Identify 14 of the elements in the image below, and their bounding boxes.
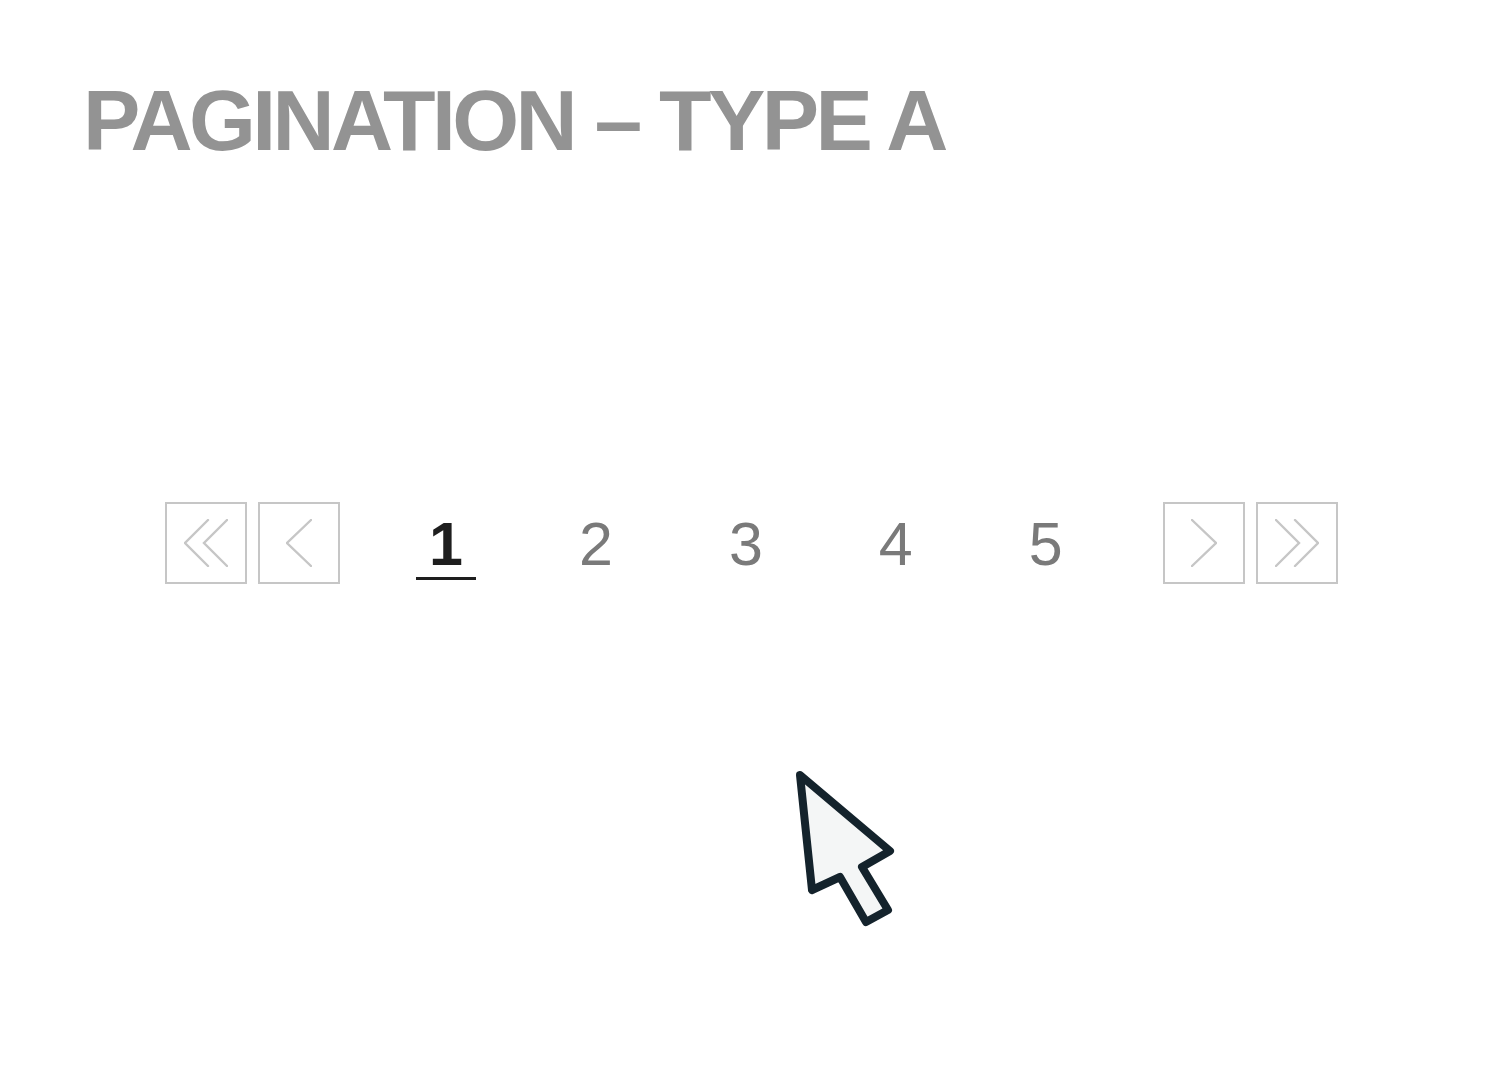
last-page-button[interactable] (1255, 502, 1338, 584)
double-chevron-right-icon (1274, 519, 1319, 567)
page-title: PAGINATION – TYPE A (83, 77, 945, 163)
next-page-button[interactable] (1162, 502, 1245, 584)
page-number-link[interactable]: 2 (565, 514, 626, 580)
page-number-link[interactable]: 3 (715, 514, 776, 580)
first-page-button[interactable] (165, 502, 247, 584)
chevron-left-icon (286, 519, 312, 567)
chevron-right-icon (1190, 519, 1217, 567)
previous-page-button[interactable] (258, 502, 340, 584)
double-chevron-left-icon (184, 519, 228, 567)
page-number-link[interactable]: 4 (865, 514, 926, 580)
page-number-link[interactable]: 5 (1015, 514, 1076, 580)
page-number-link[interactable]: 1 (416, 514, 476, 580)
